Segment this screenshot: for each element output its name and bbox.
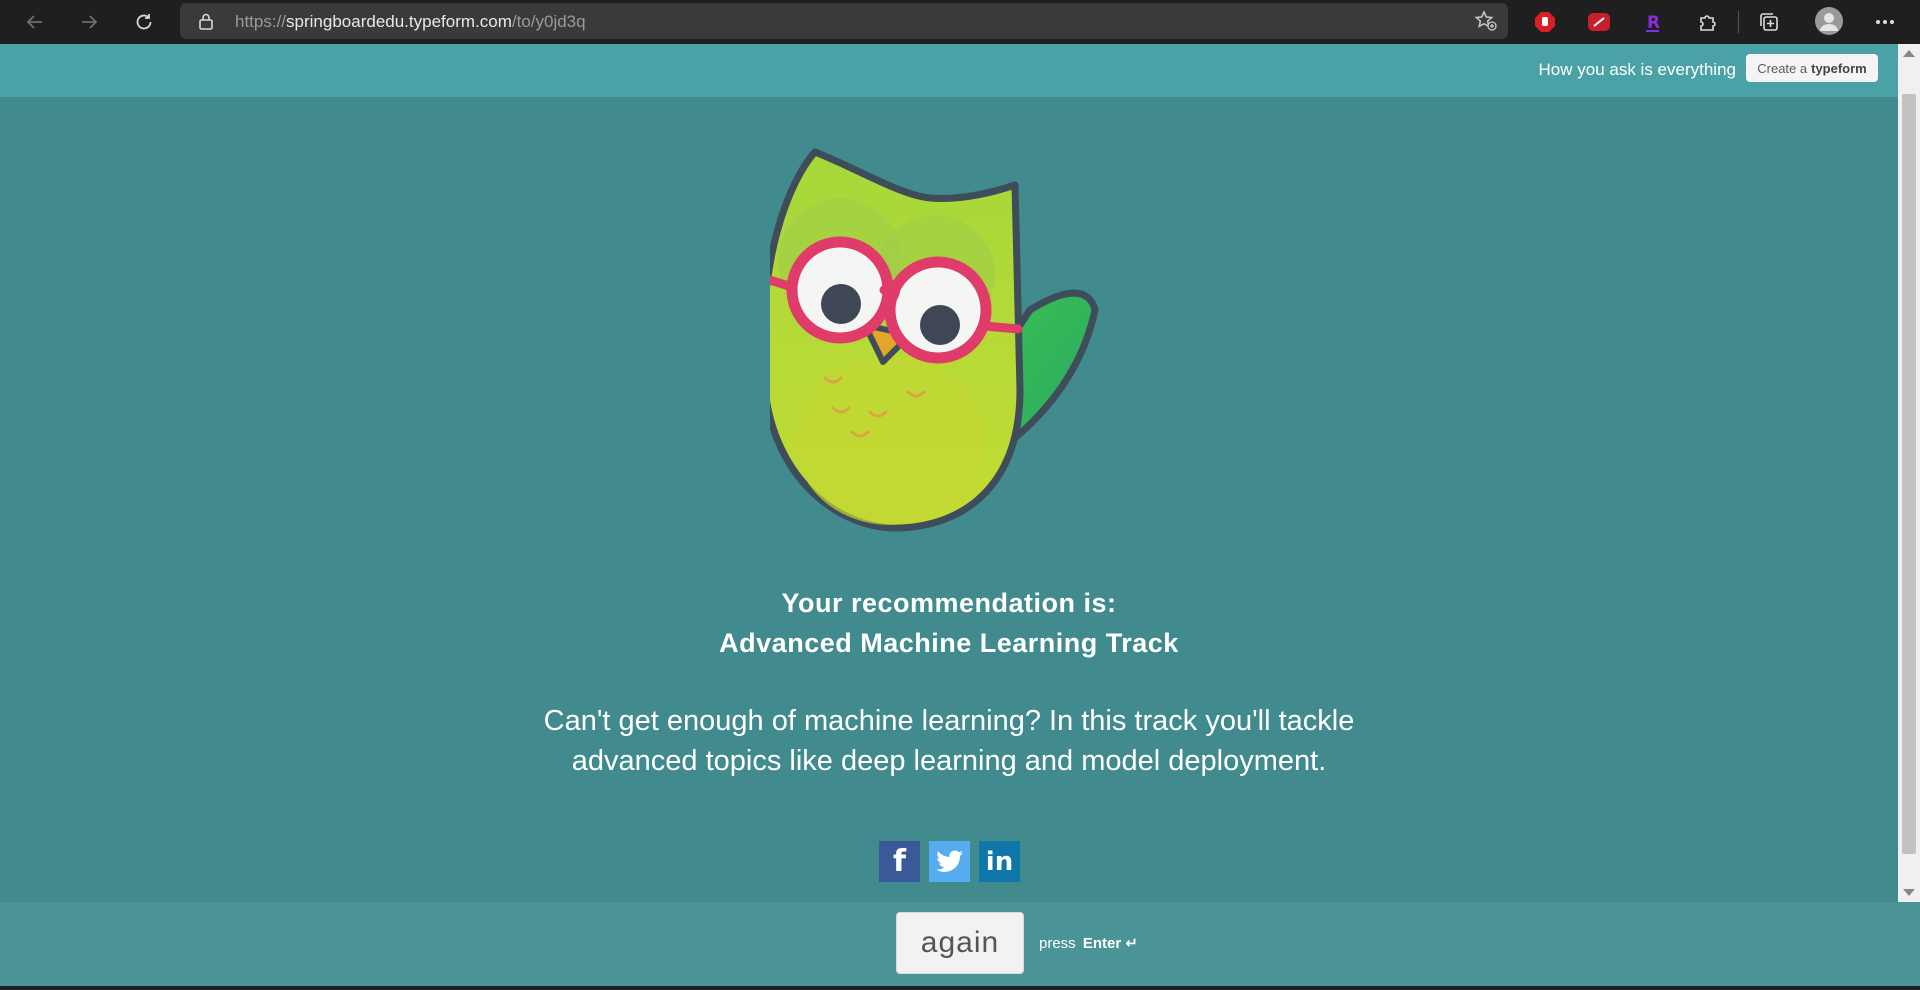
twitter-share-button[interactable]: [929, 841, 970, 882]
recommendation-description: Can't get enough of machine learning? In…: [543, 705, 1355, 777]
toolbar-divider: [1738, 11, 1739, 33]
forward-button[interactable]: [71, 7, 107, 37]
browser-toolbar: https://springboardedu.typeform.com/to/y…: [0, 0, 1920, 44]
reload-icon: [136, 14, 152, 30]
owl-mascot-illustration: [770, 148, 1099, 532]
adblock-extension-icon[interactable]: [1532, 9, 1558, 35]
create-typeform-button[interactable]: Create a typeform: [1746, 54, 1878, 82]
linkedin-icon: in: [985, 846, 1014, 877]
typeform-header-bar: How you ask is everything Create a typef…: [0, 44, 1898, 97]
page-scrollbar[interactable]: [1898, 44, 1920, 902]
extensions-puzzle-icon[interactable]: [1695, 9, 1721, 35]
press-enter-hint: press Enter ↵: [1039, 934, 1138, 952]
create-prefix-label: Create a: [1757, 60, 1808, 76]
back-button[interactable]: [17, 7, 53, 37]
address-bar[interactable]: https://springboardedu.typeform.com/to/y…: [180, 3, 1508, 39]
reload-button[interactable]: [126, 7, 162, 37]
facebook-icon: f: [892, 844, 907, 879]
social-share-buttons: f in: [879, 841, 1020, 882]
create-brand-label: typeform: [1811, 60, 1867, 76]
scroll-thumb[interactable]: [1902, 94, 1916, 854]
footer-bar: again press Enter ↵: [0, 902, 1920, 986]
more-menu-icon[interactable]: [1872, 9, 1898, 35]
again-button[interactable]: again: [896, 912, 1024, 974]
add-favorite-star-icon[interactable]: [1474, 10, 1498, 37]
taskbar-edge: [0, 986, 1920, 990]
url-prefix: https://: [235, 12, 287, 31]
twitter-bird-icon: [935, 850, 963, 872]
enter-key-label: Enter ↵: [1082, 935, 1138, 952]
arrow-right-icon: [82, 15, 98, 29]
recommendation-heading: Your recommendation is: Advanced Machine…: [0, 583, 1898, 663]
scroll-down-arrow-icon[interactable]: [1903, 889, 1915, 896]
press-label: press: [1039, 935, 1076, 952]
url-text: https://springboardedu.typeform.com/to/y…: [235, 12, 586, 32]
profile-avatar-icon[interactable]: [1814, 6, 1844, 36]
lock-icon: [198, 12, 214, 35]
scroll-up-arrow-icon[interactable]: [1903, 50, 1915, 57]
again-label: again: [920, 926, 1000, 959]
url-host: springboardedu.typeform.com: [286, 12, 512, 31]
tagline-text: How you ask is everything: [1538, 60, 1736, 79]
linkedin-share-button[interactable]: in: [979, 841, 1020, 882]
red-extension-icon[interactable]: [1586, 9, 1612, 35]
recommendation-track: Advanced Machine Learning Track: [719, 628, 1179, 658]
collections-icon[interactable]: [1756, 9, 1782, 35]
recommendation-intro: Your recommendation is:: [781, 588, 1117, 618]
facebook-share-button[interactable]: f: [879, 841, 920, 882]
arrow-left-icon: [26, 15, 42, 29]
url-path: /to/y0jd3q: [511, 12, 586, 31]
r-extension-icon[interactable]: R: [1640, 9, 1666, 35]
